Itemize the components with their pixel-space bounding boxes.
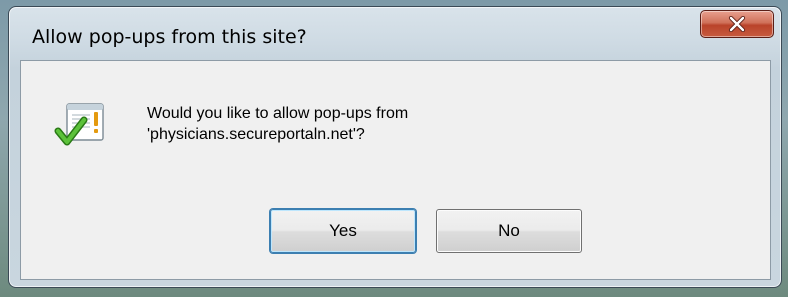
- close-icon: [728, 16, 746, 32]
- popup-permission-dialog: Allow pop-ups from this site? Would you …: [8, 6, 782, 288]
- no-button[interactable]: No: [436, 209, 582, 253]
- yes-button[interactable]: Yes: [270, 209, 416, 253]
- popup-permission-warning-icon: [54, 100, 110, 156]
- dialog-content: Would you like to allow pop-ups from 'ph…: [20, 60, 771, 280]
- dialog-title: Allow pop-ups from this site?: [32, 26, 307, 48]
- dialog-message-line-1: Would you like to allow pop-ups from: [147, 105, 409, 122]
- close-button[interactable]: [700, 10, 774, 38]
- dialog-message-line-2: 'physicians.secureportaln.net'?: [147, 126, 365, 143]
- dialog-message: Would you like to allow pop-ups from 'ph…: [147, 103, 707, 145]
- dialog-titlebar[interactable]: Allow pop-ups from this site?: [9, 7, 781, 59]
